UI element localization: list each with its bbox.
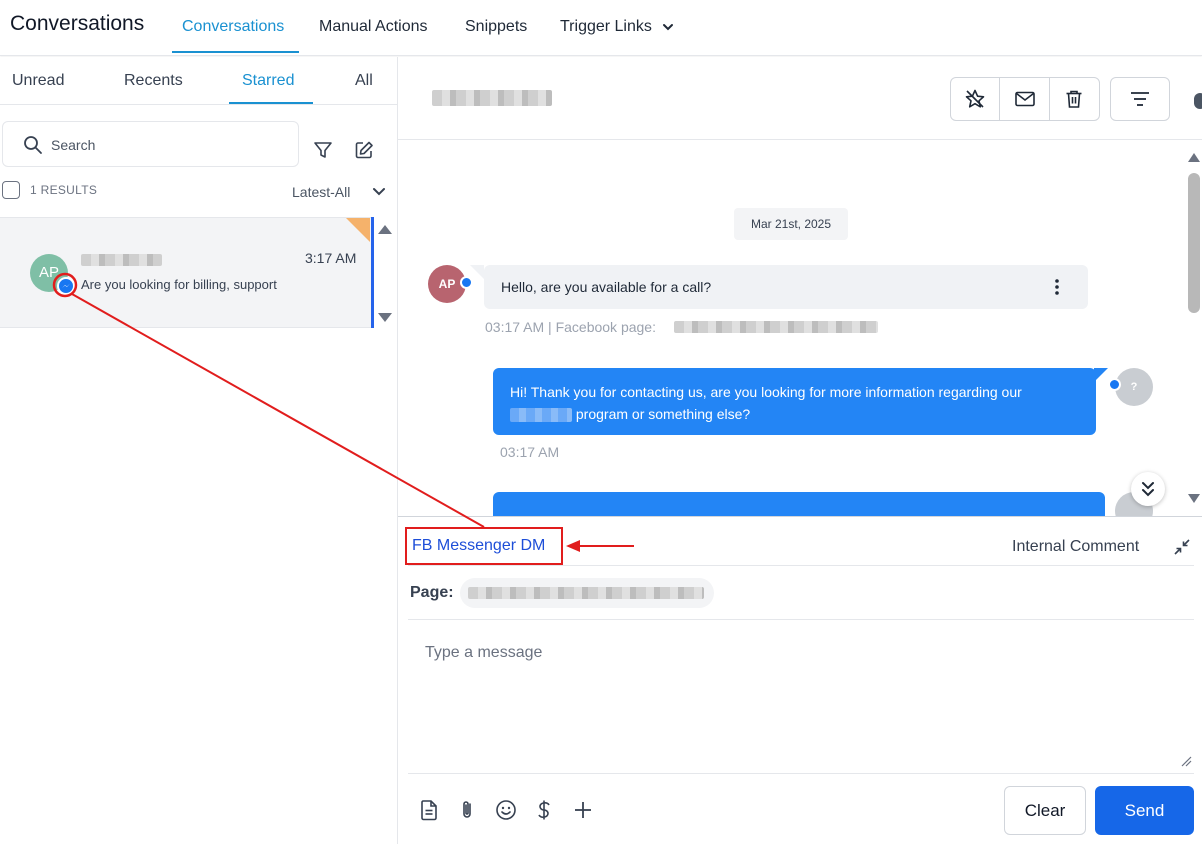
mail-icon (1014, 91, 1035, 107)
double-chevron-down-icon (1142, 482, 1154, 497)
filter-icon[interactable] (313, 140, 333, 160)
conversation-list-item[interactable]: AP 3:17 AM Are you looking for billing, … (0, 217, 372, 328)
avatar: ? (1115, 368, 1153, 406)
channel-tab-fb-messenger[interactable]: FB Messenger DM (405, 527, 563, 565)
tab-all[interactable]: All (355, 72, 373, 90)
nav-tab-manual-actions[interactable]: Manual Actions (319, 18, 428, 36)
channel-tab-internal-comment[interactable]: Internal Comment (1012, 538, 1139, 556)
trash-icon (1066, 90, 1082, 108)
date-separator: Mar 21st, 2025 (734, 208, 848, 240)
list-scroll-up[interactable] (378, 225, 392, 234)
header-action-group (950, 77, 1100, 121)
incoming-meta-text: 03:17 AM | Facebook page: (485, 319, 656, 335)
outgoing-message-text-1: Hi! Thank you for contacting us, are you… (510, 384, 1022, 400)
outgoing-message-meta: 03:17 AM (500, 444, 560, 460)
tab-recents[interactable]: Recents (124, 72, 183, 90)
contact-avatar-partial[interactable] (1194, 93, 1202, 109)
composer-divider (408, 565, 1194, 566)
document-icon[interactable] (419, 799, 439, 821)
composer-divider (408, 619, 1194, 620)
emoji-icon[interactable] (495, 799, 517, 821)
top-nav: Conversations Conversations Manual Actio… (0, 0, 1202, 56)
messenger-icon (57, 277, 75, 295)
plus-icon[interactable] (573, 799, 593, 821)
subtab-divider (0, 104, 397, 105)
kebab-icon[interactable] (1054, 277, 1060, 297)
star-icon (965, 89, 985, 108)
chevron-down-icon (663, 23, 674, 31)
page-name-redacted (468, 587, 704, 599)
outgoing-message-text-2: program or something else? (575, 406, 751, 422)
message-input[interactable] (410, 641, 1192, 771)
mark-unread-button[interactable] (1000, 78, 1050, 120)
star-button[interactable] (951, 78, 1001, 120)
nav-tab-conversations[interactable]: Conversations (182, 18, 284, 36)
incoming-message: Hello, are you available for a call? (470, 265, 1088, 309)
contact-name-redacted (432, 90, 552, 106)
send-button[interactable]: Send (1095, 786, 1194, 835)
page-label: Page: (410, 584, 454, 601)
selected-indicator (371, 217, 374, 328)
app-title: Conversations (10, 12, 145, 35)
outgoing-message: Hi! Thank you for contacting us, are you… (493, 368, 1108, 435)
outgoing-message (493, 492, 1105, 516)
collapse-icon[interactable] (1173, 538, 1191, 556)
thread-scroll-up[interactable] (1188, 153, 1200, 162)
details-toggle-button[interactable] (1110, 77, 1170, 121)
search-input[interactable]: Search (2, 121, 299, 167)
contact-name-redacted (81, 254, 162, 266)
dollar-icon[interactable] (535, 799, 553, 821)
search-icon (24, 136, 42, 154)
thread-scrollbar-thumb[interactable] (1188, 173, 1200, 313)
nav-tab-trigger-links-label: Trigger Links (560, 18, 652, 35)
search-placeholder: Search (51, 137, 96, 153)
tab-unread[interactable]: Unread (12, 72, 64, 90)
clear-button[interactable]: Clear (1004, 786, 1086, 835)
starred-marker (346, 218, 370, 242)
scroll-to-bottom-button[interactable] (1131, 472, 1165, 506)
conversation-snippet: Are you looking for billing, support (81, 277, 277, 292)
nav-tab-trigger-links[interactable]: Trigger Links (560, 18, 674, 36)
nav-active-indicator (172, 51, 299, 53)
facebook-page-redacted (674, 321, 878, 333)
conversation-header (398, 57, 1202, 140)
nav-tab-snippets[interactable]: Snippets (465, 18, 527, 36)
messenger-icon (1108, 378, 1121, 391)
conversation-list-pane: Unread Recents Starred All Search 1 RESU… (0, 57, 398, 844)
program-name-redacted (510, 408, 572, 423)
compose-icon[interactable] (354, 140, 374, 160)
page-select[interactable] (460, 578, 714, 608)
list-scroll-down[interactable] (378, 313, 392, 322)
tab-starred[interactable]: Starred (242, 72, 294, 90)
results-count: 1 RESULTS (30, 183, 98, 197)
conversation-time: 3:17 AM (305, 250, 357, 266)
composer-divider (408, 773, 1194, 774)
sort-lines-icon (1131, 92, 1149, 106)
sort-select[interactable]: Latest-All (292, 184, 350, 200)
message-thread: Mar 21st, 2025 AP Hello, are you availab… (398, 140, 1188, 516)
message-composer: FB Messenger DM Internal Comment Page: C… (398, 516, 1202, 844)
paperclip-icon[interactable] (457, 799, 477, 821)
chevron-down-icon[interactable] (372, 186, 386, 198)
thread-scroll-down[interactable] (1188, 494, 1200, 503)
resize-handle[interactable] (1180, 755, 1192, 767)
incoming-message-text: Hello, are you available for a call? (501, 279, 712, 295)
select-all-checkbox[interactable] (2, 181, 20, 199)
incoming-message-meta: 03:17 AM | Facebook page: (485, 319, 656, 335)
delete-button[interactable] (1050, 78, 1099, 120)
